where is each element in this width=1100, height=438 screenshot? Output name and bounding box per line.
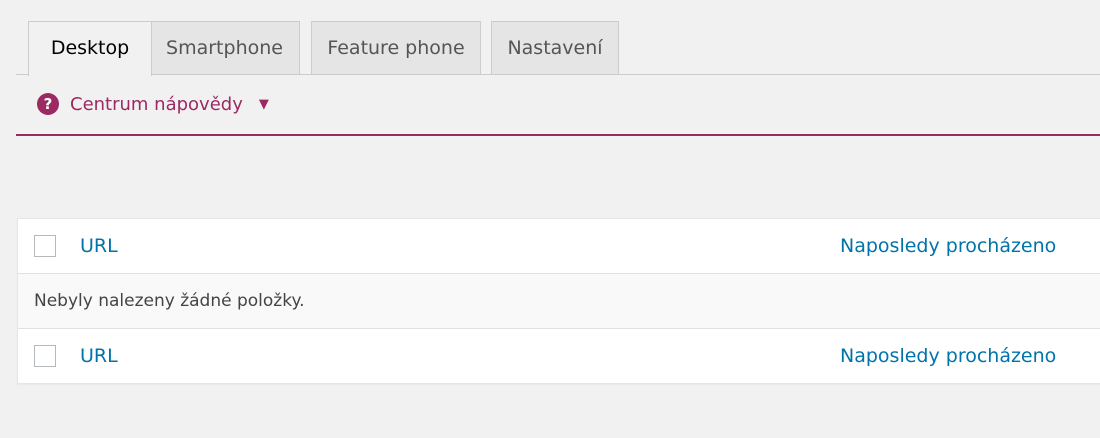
crawl-errors-table: URL Naposledy procházeno Nebyly nalezeny…	[17, 218, 1100, 384]
table-footer-row: URL Naposledy procházeno	[18, 329, 1100, 384]
empty-message: Nebyly nalezeny žádné položky.	[34, 291, 305, 311]
tab-feature-phone[interactable]: Feature phone	[311, 21, 481, 74]
question-icon: ?	[37, 93, 59, 115]
column-last-crawled-footer[interactable]: Naposledy procházeno	[840, 344, 1056, 368]
select-all-checkbox-footer[interactable]	[34, 345, 56, 367]
table-header-row: URL Naposledy procházeno	[18, 219, 1100, 274]
help-center-toggle[interactable]: ? Centrum nápovědy ▼	[37, 92, 269, 116]
column-last-crawled-header[interactable]: Naposledy procházeno	[840, 234, 1056, 258]
help-center-bar: ? Centrum nápovědy ▼	[16, 75, 1100, 136]
column-url-footer[interactable]: URL	[80, 344, 118, 368]
tab-bar: Desktop Smartphone Feature phone Nastave…	[16, 0, 1100, 76]
tab-settings[interactable]: Nastavení	[491, 21, 619, 74]
help-center-label: Centrum nápovědy	[70, 93, 243, 115]
caret-down-icon: ▼	[258, 96, 269, 112]
select-all-checkbox[interactable]	[34, 235, 56, 257]
tab-desktop[interactable]: Desktop	[28, 21, 152, 76]
empty-row: Nebyly nalezeny žádné položky.	[18, 274, 1100, 329]
column-url-header[interactable]: URL	[80, 234, 118, 258]
tab-smartphone[interactable]: Smartphone	[149, 21, 300, 74]
